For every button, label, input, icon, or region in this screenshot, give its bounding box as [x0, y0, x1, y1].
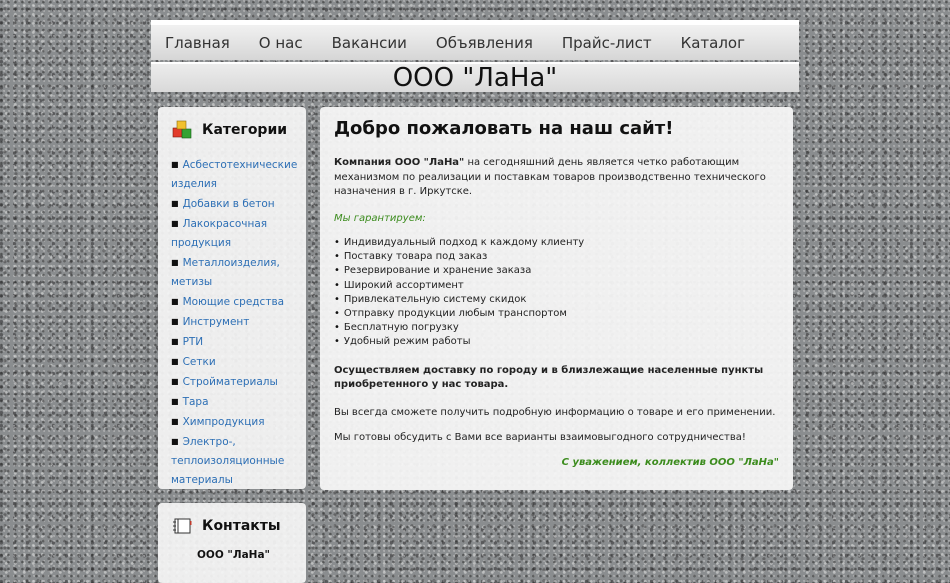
- contacts-company: ООО "ЛаНа": [196, 549, 271, 561]
- bullet-icon: ■: [171, 417, 179, 426]
- contacts-title: Контакты: [202, 518, 281, 534]
- category-item[interactable]: ■ Добавки в бетон: [171, 194, 296, 214]
- guarantee-item: • Резервирование и хранение заказа: [334, 265, 532, 277]
- boxes-icon: [172, 120, 192, 139]
- bullet-icon: ■: [171, 437, 179, 446]
- category-item[interactable]: ■ Химпродукция: [171, 412, 296, 432]
- categories-box: Категории ■ Асбестотехнические изделия ■ Д…: [158, 107, 306, 489]
- guarantee-item: • Удобный режим работы: [334, 336, 471, 348]
- category-item[interactable]: ■ Электро-, теплоизоляционные материалы: [171, 432, 296, 490]
- intro-company: Компания ООО "ЛаНа": [334, 157, 465, 168]
- nav-catalog[interactable]: Каталог: [681, 34, 745, 52]
- category-item[interactable]: ■ Тара: [171, 392, 296, 412]
- guarantee-item: • Отправку продукции любым транспортом: [334, 308, 567, 320]
- category-item[interactable]: ■ Моющие средства: [171, 292, 296, 312]
- nav-home[interactable]: Главная: [165, 34, 230, 52]
- category-item[interactable]: ■ Металлоизделия, метизы: [171, 253, 296, 292]
- nav-announcements[interactable]: Объявления: [436, 34, 533, 52]
- page-heading: Добро пожаловать на наш сайт!: [334, 118, 674, 139]
- category-item[interactable]: ■ Лакокрасочная продукция: [171, 214, 296, 253]
- bullet-icon: ■: [171, 199, 179, 208]
- nav-vacancies[interactable]: Вакансии: [332, 34, 407, 52]
- site-title: ООО "ЛаНа": [151, 62, 799, 92]
- delivery-paragraph: Осуществляем доставку по городу и в близ…: [334, 364, 764, 391]
- bullet-icon: ■: [171, 258, 179, 267]
- bullet-icon: ■: [171, 397, 179, 406]
- site-header: Главная О нас Вакансии Объявления Прайс-…: [151, 20, 799, 92]
- guarantee-item: • Привлекательную систему скидок: [334, 293, 527, 305]
- nav-about[interactable]: О нас: [259, 34, 303, 52]
- intro-paragraph: Компания ООО "ЛаНа" на сегодняшний день …: [334, 156, 779, 200]
- main-nav: Главная О нас Вакансии Объявления Прайс-…: [151, 20, 799, 60]
- category-item[interactable]: ■ Стройматериалы: [171, 372, 296, 392]
- bullet-icon: ■: [171, 317, 179, 326]
- bullet-icon: ■: [171, 297, 179, 306]
- category-item[interactable]: ■ Инструмент: [171, 312, 296, 332]
- bullet-icon: ■: [171, 377, 179, 386]
- nav-price-list[interactable]: Прайс-лист: [562, 34, 652, 52]
- guarantee-item: • Поставку товара под заказ: [334, 251, 488, 263]
- contacts-header: Контакты: [171, 515, 296, 537]
- notebook-icon: [173, 518, 192, 534]
- main-content: Добро пожаловать на наш сайт! Компания О…: [320, 107, 793, 490]
- guarantee-item: • Бесплатную погрузку: [334, 322, 459, 334]
- guarantee-item: • Индивидуальный подход к каждому клиенту: [334, 237, 585, 248]
- info-paragraph: Вы всегда сможете получить подробную инф…: [334, 406, 776, 418]
- guarantee-heading: Мы гарантируем:: [334, 212, 426, 224]
- bullet-icon: ■: [171, 337, 179, 346]
- category-item[interactable]: ■ Асбестотехнические изделия: [171, 155, 297, 194]
- category-item[interactable]: ■ РТИ: [171, 332, 296, 352]
- regards-signature: С уважением, коллектив ООО "ЛаНа": [561, 456, 779, 468]
- cooperation-paragraph: Мы готовы обсудить с Вами все варианты в…: [334, 432, 746, 444]
- guarantee-list: • Индивидуальный подход к каждому клиенту…: [334, 236, 779, 350]
- bullet-icon: ■: [171, 357, 179, 366]
- bullet-icon: ■: [171, 219, 179, 228]
- contacts-box: Контакты ООО "ЛаНа": [158, 503, 306, 583]
- categories-title: Категории: [202, 122, 288, 138]
- guarantee-item: • Широкий ассортимент: [334, 279, 464, 291]
- bullet-icon: ■: [171, 160, 179, 169]
- categories-list: ■ Асбестотехнические изделия ■ Добавки в б…: [171, 155, 297, 490]
- categories-header: Категории: [171, 119, 296, 141]
- category-item[interactable]: ■ Сетки: [171, 352, 296, 372]
